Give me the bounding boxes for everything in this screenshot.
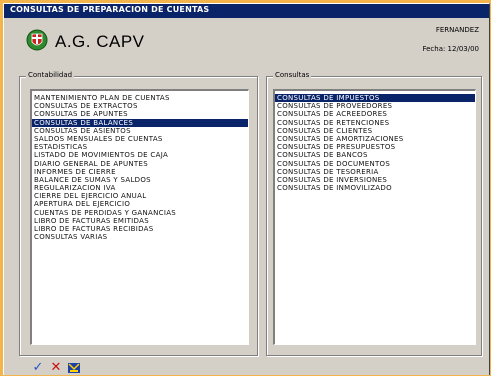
window-title: CONSULTAS DE PREPARACION DE CUENTAS bbox=[10, 5, 210, 14]
contabilidad-list-item[interactable]: REGULARIZACION IVA bbox=[32, 184, 248, 192]
contabilidad-list-item[interactable]: LIBRO DE FACTURAS RECIBIDAS bbox=[32, 225, 248, 233]
company-logo-icon bbox=[26, 29, 48, 51]
contabilidad-list-item[interactable]: CONSULTAS DE BALANCES bbox=[32, 118, 248, 127]
contabilidad-group-label: Contabilidad bbox=[26, 71, 75, 79]
app-window: CONSULTAS DE PREPARACION DE CUENTAS A.G.… bbox=[3, 3, 490, 375]
consultas-list-item[interactable]: CONSULTAS DE DOCUMENTOS bbox=[275, 160, 475, 168]
consultas-list-item[interactable]: CONSULTAS DE BANCOS bbox=[275, 151, 475, 159]
contabilidad-list-item[interactable]: CIERRE DEL EJERCICIO ANUAL bbox=[32, 192, 248, 200]
user-name: FERNANDEZ bbox=[435, 26, 479, 34]
consultas-list-item[interactable]: CONSULTAS DE TESORERIA bbox=[275, 168, 475, 176]
contabilidad-list-item[interactable]: CONSULTAS DE EXTRACTOS bbox=[32, 102, 248, 110]
consultas-list-item[interactable]: CONSULTAS DE PRESUPUESTOS bbox=[275, 143, 475, 151]
consultas-list-item[interactable]: CONSULTAS DE INMOVILIZADO bbox=[275, 184, 475, 192]
contabilidad-list-item[interactable]: LIBRO DE FACTURAS EMITIDAS bbox=[32, 217, 248, 225]
consultas-list: CONSULTAS DE IMPUESTOS CONSULTAS DE PROVE… bbox=[275, 94, 475, 192]
contabilidad-list-item[interactable]: SALDOS MENSUALES DE CUENTAS bbox=[32, 135, 248, 143]
consultas-list-item[interactable]: CONSULTAS DE IMPUESTOS bbox=[275, 94, 475, 103]
consultas-list-item[interactable]: CONSULTAS DE PROVEEDORES bbox=[275, 102, 475, 110]
contabilidad-list-item[interactable]: BALANCE DE SUMAS Y SALDOS bbox=[32, 176, 248, 184]
consultas-list-item[interactable]: CONSULTAS DE ACREEDORES bbox=[275, 110, 475, 118]
consultas-group-label: Consultas bbox=[273, 71, 312, 79]
consultas-group: Consultas CONSULTAS DE IMPUESTOS CONSULTA… bbox=[266, 71, 482, 356]
consultas-list-item[interactable]: CONSULTAS DE CLIENTES bbox=[275, 127, 475, 135]
contabilidad-list-item[interactable]: CUENTAS DE PERDIDAS Y GANANCIAS bbox=[32, 209, 248, 217]
company-name: A.G. CAPV bbox=[55, 32, 145, 51]
consultas-list-item[interactable]: CONSULTAS DE INVERSIONES bbox=[275, 176, 475, 184]
contabilidad-list: MANTENIMIENTO PLAN DE CUENTAS CONSULTAS D… bbox=[32, 94, 248, 241]
contabilidad-list-item[interactable]: APERTURA DEL EJERCICIO bbox=[32, 200, 248, 208]
consultas-listbox[interactable]: CONSULTAS DE IMPUESTOS CONSULTAS DE PROVE… bbox=[273, 89, 476, 345]
contabilidad-group: Contabilidad MANTENIMIENTO PLAN DE CUENT… bbox=[19, 71, 258, 356]
consultas-list-item[interactable]: CONSULTAS DE AMORTIZACIONES bbox=[275, 135, 475, 143]
consultas-list-item[interactable]: CONSULTAS DE RETENCIONES bbox=[275, 119, 475, 127]
contabilidad-list-item[interactable]: ESTADISTICAS bbox=[32, 143, 248, 151]
contabilidad-list-item[interactable]: CONSULTAS VARIAS bbox=[32, 233, 248, 241]
contabilidad-listbox[interactable]: MANTENIMIENTO PLAN DE CUENTAS CONSULTAS D… bbox=[30, 89, 249, 345]
contabilidad-list-item[interactable]: MANTENIMIENTO PLAN DE CUENTAS bbox=[32, 94, 248, 102]
contabilidad-list-item[interactable]: CONSULTAS DE APUNTES bbox=[32, 110, 248, 118]
current-date: Fecha: 12/03/00 bbox=[422, 45, 479, 53]
contabilidad-list-item[interactable]: INFORMES DE CIERRE bbox=[32, 168, 248, 176]
contabilidad-list-item[interactable]: LISTADO DE MOVIMIENTOS DE CAJA bbox=[32, 151, 248, 159]
contabilidad-list-item[interactable]: CONSULTAS DE ASIENTOS bbox=[32, 127, 248, 135]
contabilidad-list-item[interactable]: DIARIO GENERAL DE APUNTES bbox=[32, 160, 248, 168]
title-bar: CONSULTAS DE PREPARACION DE CUENTAS bbox=[4, 4, 489, 18]
